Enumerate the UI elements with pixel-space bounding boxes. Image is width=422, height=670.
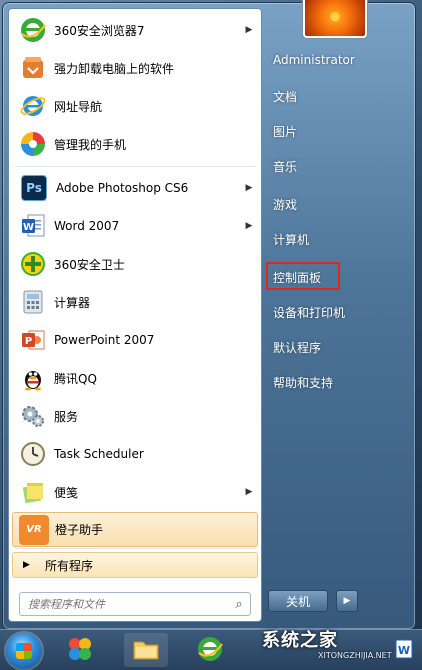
menu-item-label: 网址导航 bbox=[54, 99, 103, 114]
taskbar-app-photos[interactable] bbox=[60, 633, 100, 667]
submenu-arrow-icon: ▶ bbox=[245, 25, 253, 35]
sticky-notes-icon bbox=[18, 477, 48, 507]
menu-item-powerpoint[interactable]: P PowerPoint 2007 bbox=[12, 322, 256, 358]
photoshop-icon: Ps bbox=[21, 175, 47, 201]
vr-helper-icon: VR bbox=[19, 514, 49, 545]
pinned-separator bbox=[15, 166, 255, 167]
submenu-arrow-icon: ▶ bbox=[245, 221, 253, 231]
menu-item-calculator[interactable]: 计算器 bbox=[12, 284, 256, 320]
link-computer[interactable]: 计算机 bbox=[273, 231, 309, 248]
menu-item-label: 便笺 bbox=[54, 485, 79, 500]
menu-item-label: 强力卸载电脑上的软件 bbox=[54, 61, 175, 76]
menu-item-phone-manager[interactable]: 管理我的手机 bbox=[12, 126, 256, 162]
taskbar-app-browser[interactable] bbox=[188, 633, 232, 667]
link-documents[interactable]: 文档 bbox=[273, 88, 297, 105]
all-programs-button[interactable]: ▶ 所有程序 bbox=[12, 552, 258, 578]
powerpoint-icon: P bbox=[18, 325, 48, 355]
calculator-icon bbox=[18, 287, 48, 317]
all-programs-separator bbox=[15, 548, 255, 549]
menu-item-360-browser[interactable]: 360安全浏览器7 ▶ bbox=[12, 12, 256, 48]
menu-item-photoshop[interactable]: Ps Adobe Photoshop CS6 ▶ bbox=[12, 170, 256, 206]
360-safeguard-icon bbox=[18, 249, 48, 279]
menu-item-vr-helper[interactable]: VR 橙子助手 bbox=[12, 512, 258, 547]
watermark-logo: 系统之家 bbox=[262, 630, 338, 651]
menu-item-label: 橙子助手 bbox=[55, 523, 104, 537]
360-browser-icon bbox=[196, 635, 224, 666]
360-browser-icon bbox=[18, 15, 48, 45]
menu-item-label: Adobe Photoshop CS6 bbox=[56, 181, 189, 195]
menu-item-label: PowerPoint 2007 bbox=[54, 333, 155, 347]
search-box[interactable]: ⌕ bbox=[19, 592, 251, 616]
menu-item-qq[interactable]: 腾讯QQ bbox=[12, 360, 256, 396]
search-icon[interactable]: ⌕ bbox=[228, 597, 250, 612]
menu-item-label: 腾讯QQ bbox=[54, 371, 97, 386]
programs-pane: 360安全浏览器7 ▶ 强力卸载电脑上的软件 网址导航 管理我的手机 Ps Ad… bbox=[8, 8, 262, 622]
chevron-right-icon: ▶ bbox=[343, 596, 351, 606]
submenu-arrow-icon: ▶ bbox=[245, 487, 253, 497]
phone-manager-icon bbox=[18, 129, 48, 159]
link-games[interactable]: 游戏 bbox=[273, 196, 297, 213]
qq-icon bbox=[18, 363, 48, 393]
menu-item-uninstaller[interactable]: 强力卸载电脑上的软件 bbox=[12, 50, 256, 86]
start-button[interactable] bbox=[6, 633, 42, 669]
submenu-arrow-icon: ▶ bbox=[245, 183, 253, 193]
menu-item-services[interactable]: 服务 bbox=[12, 398, 256, 434]
link-user-folder[interactable]: Administrator bbox=[273, 53, 355, 67]
pinwheel-icon bbox=[66, 635, 94, 666]
link-default-programs[interactable]: 默认程序 bbox=[273, 339, 321, 356]
menu-item-label: 360安全浏览器7 bbox=[54, 23, 145, 38]
watermark-url: XITONGZHIJIA.NET bbox=[318, 651, 392, 660]
menu-item-label: 计算器 bbox=[54, 295, 91, 310]
shutdown-options-button[interactable]: ▶ bbox=[336, 590, 358, 612]
word-icon: W bbox=[394, 638, 414, 663]
folder-icon bbox=[132, 637, 160, 664]
svg-text:W: W bbox=[23, 222, 34, 233]
user-avatar[interactable] bbox=[303, 0, 367, 38]
task-scheduler-icon bbox=[18, 439, 48, 469]
ie-icon bbox=[18, 91, 48, 121]
menu-item-label: 服务 bbox=[54, 409, 79, 424]
menu-item-label: 360安全卫士 bbox=[54, 257, 125, 272]
link-help-support[interactable]: 帮助和支持 bbox=[273, 374, 333, 391]
link-music[interactable]: 音乐 bbox=[273, 158, 297, 175]
control-panel-highlight bbox=[266, 262, 340, 290]
svg-text:P: P bbox=[25, 336, 32, 347]
shutdown-button[interactable]: 关机 bbox=[268, 590, 328, 612]
uninstaller-icon bbox=[18, 53, 48, 83]
svg-text:W: W bbox=[398, 644, 410, 657]
search-input[interactable] bbox=[20, 596, 228, 612]
menu-item-task-scheduler[interactable]: Task Scheduler bbox=[12, 436, 256, 472]
services-icon bbox=[18, 401, 48, 431]
menu-item-360-safeguard[interactable]: 360安全卫士 bbox=[12, 246, 256, 282]
word-icon: W bbox=[18, 211, 48, 241]
menu-item-url-nav[interactable]: 网址导航 bbox=[12, 88, 256, 124]
shutdown-label: 关机 bbox=[285, 594, 310, 609]
menu-item-word[interactable]: W Word 2007 ▶ bbox=[12, 208, 256, 244]
taskbar-app-word[interactable]: W bbox=[392, 633, 416, 667]
taskbar-app-explorer[interactable] bbox=[124, 633, 168, 667]
all-programs-label: 所有程序 bbox=[45, 558, 94, 573]
expand-arrow-icon: ▶ bbox=[23, 560, 30, 570]
menu-item-label: Task Scheduler bbox=[54, 447, 144, 461]
menu-item-label: Word 2007 bbox=[54, 219, 120, 233]
link-pictures[interactable]: 图片 bbox=[273, 123, 297, 140]
menu-item-label: 管理我的手机 bbox=[54, 137, 127, 152]
menu-item-sticky-notes[interactable]: 便笺 ▶ bbox=[12, 474, 256, 510]
link-devices-printers[interactable]: 设备和打印机 bbox=[273, 304, 345, 321]
